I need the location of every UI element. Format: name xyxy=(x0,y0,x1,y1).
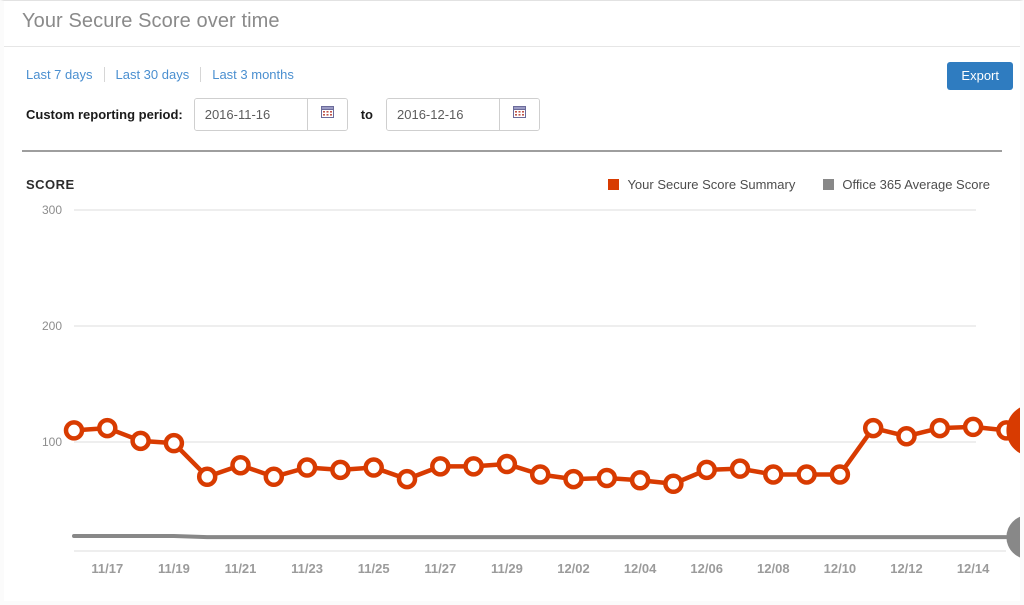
x-axis-tick-12-14: 12/14 xyxy=(957,561,990,576)
secure-score-chart: SCORE Your Secure Score Summary Office 3… xyxy=(4,153,1020,601)
end-date-calendar-button[interactable] xyxy=(500,98,539,130)
date-range-to-label: to xyxy=(360,106,373,122)
data-point[interactable] xyxy=(430,456,451,477)
panel-titlebar: Your Secure Score over time xyxy=(4,1,1020,47)
y-axis-tick-200: 200 xyxy=(42,319,62,333)
x-axis-tick-11-29: 11/29 xyxy=(491,561,523,576)
data-point[interactable] xyxy=(163,432,185,454)
export-button[interactable]: Export xyxy=(947,62,1013,90)
data-point[interactable] xyxy=(296,457,318,478)
data-point[interactable] xyxy=(130,430,151,452)
data-point[interactable] xyxy=(196,466,218,488)
start-date-calendar-button[interactable] xyxy=(307,98,347,130)
data-point[interactable] xyxy=(829,464,851,485)
calendar-icon xyxy=(320,105,334,123)
start-date-group: 2016-11-16 xyxy=(193,97,348,131)
custom-period-row: Custom reporting period: 2016-11-16 to 2… xyxy=(26,97,540,131)
report-controls: Last 7 days Last 30 days Last 3 months C… xyxy=(4,48,1020,148)
data-point[interactable] xyxy=(230,454,251,476)
y-axis-tick-100: 100 xyxy=(42,435,62,449)
data-point[interactable] xyxy=(862,417,884,439)
start-date-input[interactable]: 2016-11-16 xyxy=(194,98,308,130)
end-date-group: 2016-12-16 xyxy=(386,97,540,131)
x-axis-tick-11-27: 11/27 xyxy=(424,561,456,576)
x-axis-tick-12-06: 12/06 xyxy=(690,561,723,576)
section-divider xyxy=(22,150,1002,152)
data-point[interactable] xyxy=(496,453,518,475)
data-point[interactable] xyxy=(563,468,584,490)
x-axis-tick-11-21: 11/21 xyxy=(225,561,257,576)
quick-range-last-30-days[interactable]: Last 30 days xyxy=(105,67,201,82)
secure-score-end-value: 130 xyxy=(1019,423,1020,440)
data-point[interactable] xyxy=(663,473,684,495)
data-point[interactable] xyxy=(463,456,484,477)
x-axis-tick-12-10: 12/10 xyxy=(824,561,857,576)
x-axis-tick-12-04: 12/04 xyxy=(624,561,657,576)
data-point[interactable] xyxy=(97,417,118,439)
data-point[interactable] xyxy=(529,464,551,485)
x-axis-tick-11-25: 11/25 xyxy=(358,561,390,576)
chart-plot-area: 1002003001813011/1711/1911/2111/2311/251… xyxy=(42,203,1020,576)
average-score-end-badge xyxy=(1006,516,1020,558)
data-point[interactable] xyxy=(263,466,285,488)
x-axis-tick-11-23: 11/23 xyxy=(291,561,323,576)
calendar-icon xyxy=(513,105,526,123)
data-point[interactable] xyxy=(629,470,651,491)
quick-range-last-3-months[interactable]: Last 3 months xyxy=(201,67,305,82)
data-point[interactable] xyxy=(596,467,618,489)
x-axis-tick-11-19: 11/19 xyxy=(158,561,190,576)
custom-period-label: Custom reporting period: xyxy=(26,106,183,122)
secure-score-end-badge xyxy=(1006,407,1020,454)
data-point[interactable] xyxy=(330,459,351,481)
y-axis-tick-300: 300 xyxy=(42,203,62,217)
secure-score-panel: Your Secure Score over time Last 7 days … xyxy=(0,0,1024,605)
data-point[interactable] xyxy=(396,468,418,490)
x-axis-tick-12-02: 12/02 xyxy=(557,561,590,576)
data-point[interactable] xyxy=(929,417,951,439)
x-axis-tick-12-08: 12/08 xyxy=(757,561,790,576)
data-point[interactable] xyxy=(763,464,784,485)
data-point[interactable] xyxy=(63,420,85,441)
end-date-input[interactable]: 2016-12-16 xyxy=(387,98,500,130)
data-point[interactable] xyxy=(696,459,717,481)
data-point[interactable] xyxy=(729,458,751,479)
quick-range-links: Last 7 days Last 30 days Last 3 months xyxy=(26,65,305,83)
data-point[interactable] xyxy=(896,425,917,447)
page-title: Your Secure Score over time xyxy=(22,10,280,32)
data-point[interactable] xyxy=(962,416,984,438)
x-axis-tick-11-17: 11/17 xyxy=(91,561,123,576)
data-point[interactable] xyxy=(363,457,384,478)
quick-range-last-7-days[interactable]: Last 7 days xyxy=(26,67,104,82)
x-axis-tick-12-12: 12/12 xyxy=(890,561,923,576)
data-point[interactable] xyxy=(796,464,817,485)
